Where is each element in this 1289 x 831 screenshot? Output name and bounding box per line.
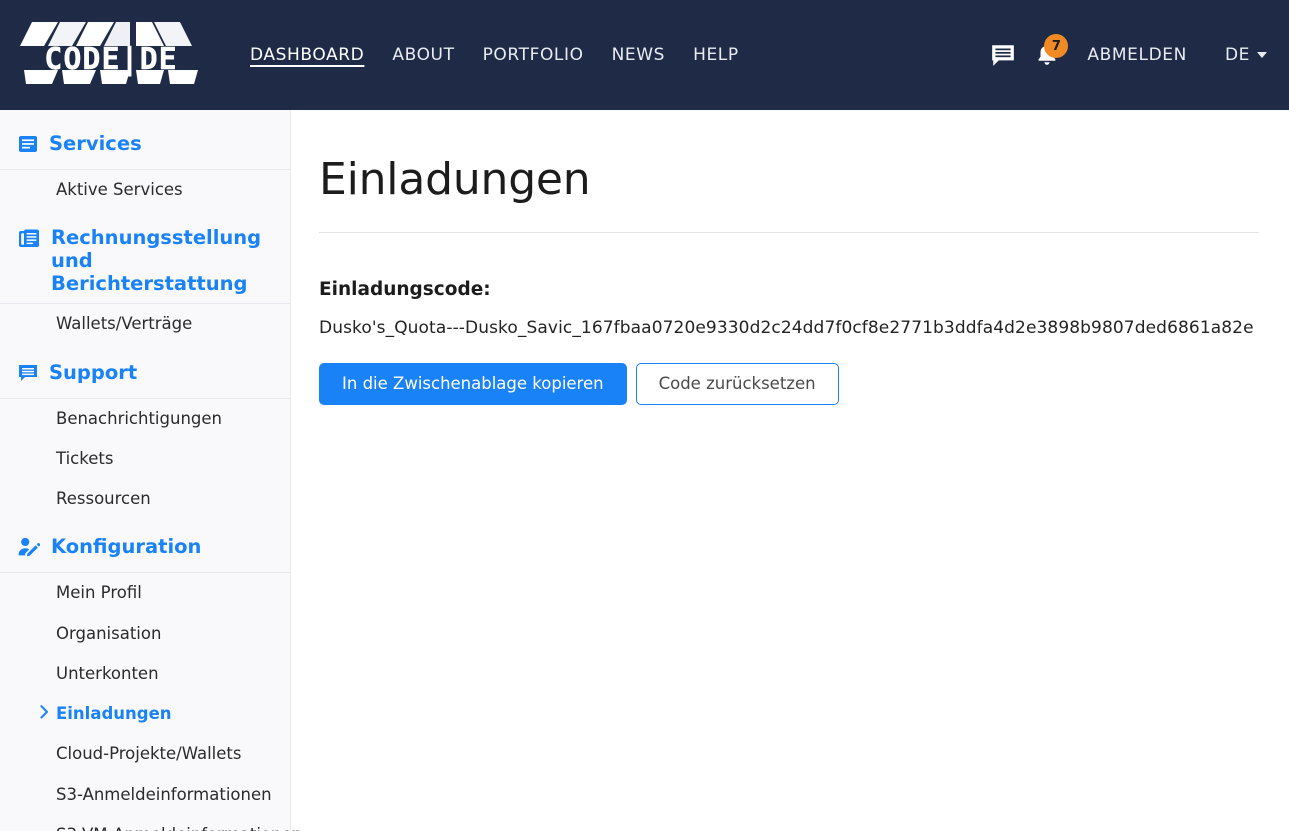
sidebar-item-label: Mein Profil [56,583,142,603]
language-selector[interactable]: DE [1225,45,1267,65]
sidebar-item-organisation[interactable]: Organisation [0,614,290,654]
sidebar-item-mein-profil[interactable]: Mein Profil [0,573,290,613]
page-title: Einladungen [319,154,591,205]
logo-base-shapes [24,70,198,84]
sidebar-item-label: Aktive Services [56,180,183,199]
sidebar-item-label: Tickets [56,448,114,468]
chat-icon[interactable] [981,33,1025,77]
sidebar-section-services-label: Services [49,132,142,155]
page-body: Services Aktive Services Rechnungsstellu… [0,110,1289,831]
nav-item-news[interactable]: NEWS [612,39,693,71]
main-navigation: DASHBOARD ABOUT PORTFOLIO NEWS HELP [250,39,767,71]
sidebar-section-konfiguration-label: Konfiguration [51,535,202,559]
sidebar-item-s3-vm-anmeldeinformationen[interactable]: S3-VM-Anmeldeinformationen [0,815,302,831]
sidebar-section-support-label: Support [49,360,138,384]
invitation-code-label: Einladungscode: [319,279,491,301]
header-actions: 7 ABMELDEN DE [981,33,1267,77]
main-content: Einladungen Einladungscode: Dusko's_Quot… [291,110,1289,831]
action-buttons: In die Zwischenablage kopieren Code zurü… [319,363,1273,406]
sidebar-item-ressourcen[interactable]: Ressourcen [0,479,290,519]
sidebar-section-billing-label: Rechnungsstellung und Berichterstattung [51,226,262,296]
nav-item-portfolio[interactable]: PORTFOLIO [483,39,612,71]
chat-bubble-icon [18,363,38,388]
sidebar-item-benachrichtigungen[interactable]: Benachrichtigungen [0,399,290,439]
sidebar-item-label: Cloud-Projekte/Wallets [56,744,242,764]
sidebar-item-label: S3-VM-Anmeldeinformationen [56,825,302,831]
sidebar-item-label: Einladungen [56,704,172,724]
language-selector-label: DE [1224,45,1250,65]
sidebar-section-konfiguration[interactable]: Konfiguration [0,529,290,574]
top-header: CODE|DE DASHBOARD ABOUT PORTFOLIO NEWS H… [0,0,1289,110]
codede-logo[interactable]: CODE|DE [18,16,204,94]
sidebar-item-label: Organisation [56,623,162,643]
chevron-right-icon [40,703,49,725]
copy-to-clipboard-button[interactable]: In die Zwischenablage kopieren [319,363,627,406]
chat-icon-glyph [992,45,1015,66]
sidebar-item-label: S3-Anmeldeinformationen [56,784,272,804]
sidebar-item-tickets[interactable]: Tickets [0,439,290,479]
sidebar-item-label: Ressourcen [56,489,151,509]
nav-item-dashboard[interactable]: DASHBOARD [250,39,392,71]
sidebar-item-wallets-vertraege[interactable]: Wallets/Verträge [0,304,290,344]
nav-item-about[interactable]: ABOUT [392,39,482,71]
title-divider [319,232,1259,234]
sidebar-item-label: Benachrichtigungen [56,408,222,428]
sidebar: Services Aktive Services Rechnungsstellu… [0,110,302,831]
sidebar-item-label: Unterkonten [56,663,159,683]
sidebar-item-label: Wallets/Verträge [56,314,193,334]
sidebar-item-s3-anmeldeinformationen[interactable]: S3-Anmeldeinformationen [0,775,290,815]
sidebar-item-einladungen[interactable]: Einladungen [0,694,290,734]
sidebar-item-cloud-projekte-wallets[interactable]: Cloud-Projekte/Wallets [0,734,290,774]
sidebar-item-aktive-services[interactable]: Aktive Services [0,170,290,210]
logout-button[interactable]: ABMELDEN [1087,45,1187,65]
nav-item-help[interactable]: HELP [693,39,767,71]
sidebar-section-services[interactable]: Services [0,126,290,170]
copy-documents-icon [18,228,40,255]
article-list-icon [18,134,38,159]
invitation-code-value: Dusko's_Quota---Dusko_Savic_167fbaa0720e… [319,318,1254,339]
bell-icon[interactable]: 7 [1025,33,1069,77]
sidebar-section-support[interactable]: Support [0,355,290,399]
reset-code-button[interactable]: Code zurücksetzen [635,363,839,406]
chevron-down-icon [1257,52,1267,58]
notification-badge: 7 [1044,34,1069,58]
sidebar-item-unterkonten[interactable]: Unterkonten [0,654,290,694]
sidebar-section-billing[interactable]: Rechnungsstellung und Berichterstattung [0,220,290,305]
user-edit-icon [18,537,41,562]
